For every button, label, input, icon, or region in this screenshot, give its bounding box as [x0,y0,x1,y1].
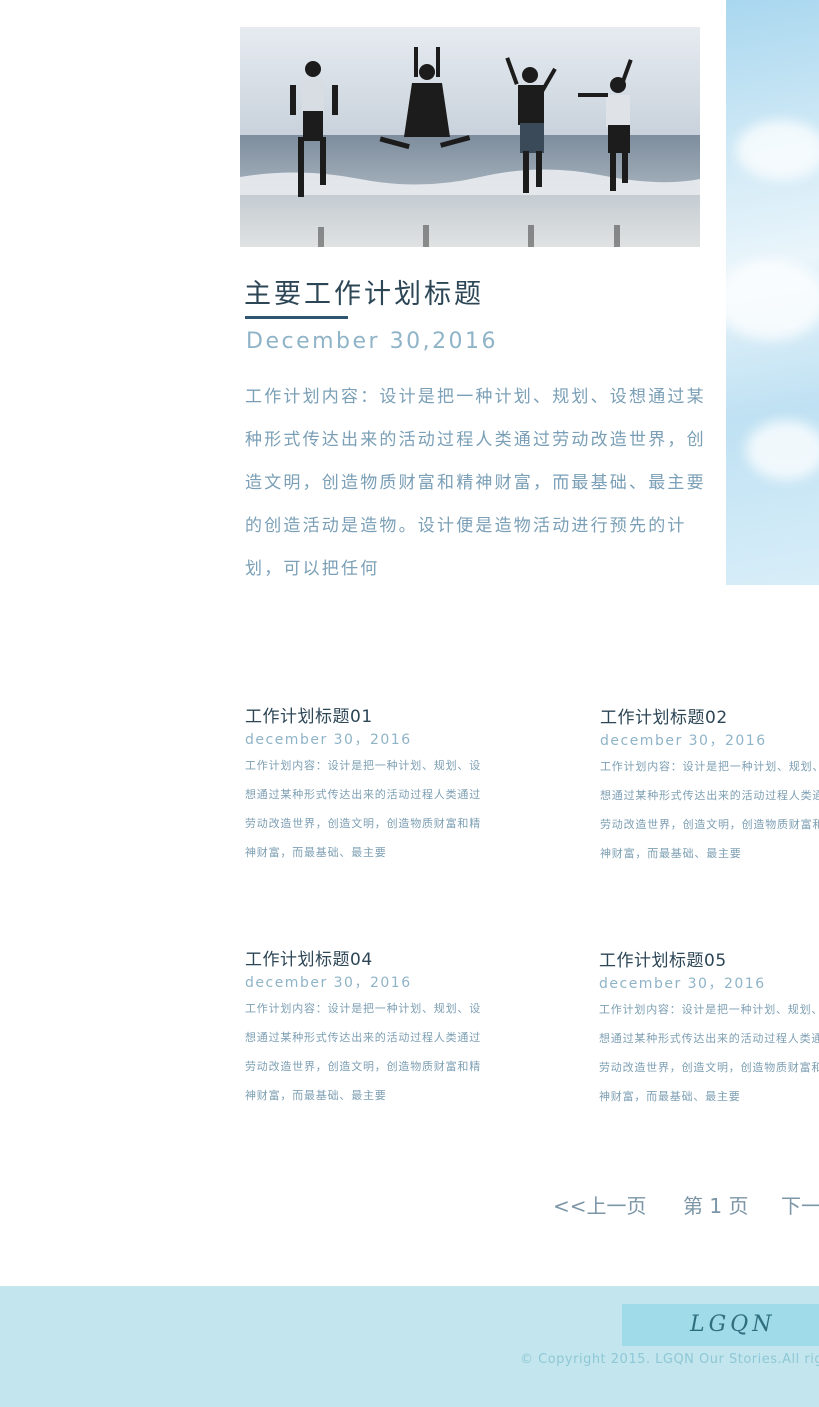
post-card[interactable]: 工作计划标题05 december 30，2016 工作计划内容：设计是把一种计… [599,946,819,1111]
card-title[interactable]: 工作计划标题05 [599,946,819,971]
next-page-link[interactable]: 下一页>> [781,1190,819,1220]
main-post-date: December 30,2016 [246,329,499,354]
copyright-text: © Copyright 2015. LGQN Our Stories.All r… [520,1352,819,1367]
card-date: december 30，2016 [599,976,766,992]
card-body: 工作计划内容：设计是把一种计划、规划、设想通过某种形式传达出来的活动过程人类通过… [245,759,481,859]
card-title[interactable]: 工作计划标题04 [245,945,490,970]
card-date: december 30，2016 [600,733,767,749]
main-post-title[interactable]: 主要工作计划标题 [244,272,484,311]
main-post-body: 工作计划内容：设计是把一种计划、规划、设想通过某种形式传达出来的活动过程人类通过… [245,387,706,579]
card-title[interactable]: 工作计划标题02 [600,703,819,728]
beach-jump-image [240,27,700,247]
card-date: december 30，2016 [245,732,412,748]
footer-logo[interactable]: LGQN [690,1312,775,1337]
card-body: 工作计划内容：设计是把一种计划、规划、设想通过某种形式传达出来的活动过程人类通过… [245,1002,481,1102]
prev-page-link[interactable]: <<上一页 [553,1190,647,1220]
post-card[interactable]: 工作计划标题02 december 30，2016 工作计划内容：设计是把一种计… [600,703,819,868]
post-card[interactable]: 工作计划标题04 december 30，2016 工作计划内容：设计是把一种计… [245,945,490,1110]
hero-photo [240,27,700,247]
card-body: 工作计划内容：设计是把一种计划、规划、设想通过某种形式传达出来的活动过程人类通过… [600,760,819,860]
card-title[interactable]: 工作计划标题01 [245,702,490,727]
current-page-indicator: 第 1 页 [683,1194,749,1218]
sky-side-panel [716,0,819,585]
title-underline [245,316,348,319]
card-date: december 30，2016 [245,975,412,991]
post-card[interactable]: 工作计划标题01 december 30，2016 工作计划内容：设计是把一种计… [245,702,490,867]
card-body: 工作计划内容：设计是把一种计划、规划、设想通过某种形式传达出来的活动过程人类通过… [599,1003,819,1103]
